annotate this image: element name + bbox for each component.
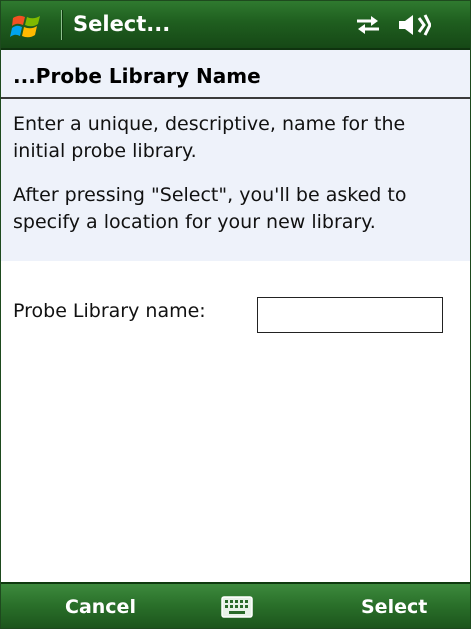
title-separator: [61, 10, 62, 40]
title-bar: Select...: [1, 1, 470, 50]
header-panel: ...Probe Library Name Enter a unique, de…: [1, 50, 470, 261]
window-title: Select...: [73, 12, 171, 36]
instruction-text: After pressing "Select", you'll be asked…: [13, 184, 407, 233]
page-title: ...Probe Library Name: [13, 64, 261, 88]
probe-library-name-label: Probe Library name:: [13, 300, 206, 322]
keyboard-icon[interactable]: [221, 596, 253, 618]
app-window: Select... ...Probe Library Name Enter a …: [0, 0, 471, 629]
windows-start-icon[interactable]: [10, 8, 44, 42]
header-divider: [1, 97, 470, 99]
volume-icon[interactable]: [397, 12, 431, 38]
softkey-bar: Cancel Select: [1, 582, 470, 628]
description-text: Enter a unique, descriptive, name for th…: [13, 113, 406, 162]
probe-library-name-input[interactable]: [257, 297, 443, 333]
cancel-softkey[interactable]: Cancel: [65, 595, 136, 619]
select-softkey[interactable]: Select: [361, 595, 427, 619]
connectivity-icon[interactable]: [353, 13, 383, 37]
